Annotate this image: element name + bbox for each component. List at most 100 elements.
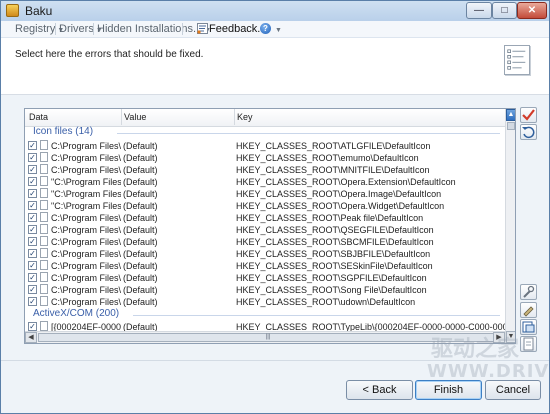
- table-row[interactable]: ✓ C:\Program Files\... (Default) HKEY_CLASS…: [25, 296, 505, 308]
- row-value: (Default): [123, 249, 158, 259]
- scroll-up-button[interactable]: ▲: [506, 109, 515, 121]
- row-key: HKEY_CLASSES_ROOT\Song File\DefaultIcon: [236, 285, 427, 295]
- table-row[interactable]: ✓ C:\Program Files\... (Default) HKEY_CLASS…: [25, 284, 505, 296]
- menu-separator: [93, 23, 94, 35]
- table-row[interactable]: ✓ C:\Program Files\... (Default) HKEY_CLASS…: [25, 152, 505, 164]
- row-checkbox[interactable]: ✓: [28, 322, 37, 331]
- close-button[interactable]: ✕: [517, 2, 547, 19]
- row-value: (Default): [123, 153, 158, 163]
- undo-icon: [522, 126, 535, 139]
- menu-bar: Registry ▼ Drivers ▼ Hidden Installations.…: [1, 21, 549, 38]
- tool-button[interactable]: [520, 284, 537, 300]
- menu-separator: [182, 23, 183, 35]
- menu-separator: [55, 23, 56, 35]
- cancel-button[interactable]: Cancel: [485, 380, 541, 400]
- table-row[interactable]: ✓ C:\Program Files\... (Default) HKEY_CLASS…: [25, 248, 505, 260]
- check-all-button[interactable]: [520, 107, 537, 123]
- finish-button[interactable]: Finish: [415, 380, 482, 400]
- column-divider[interactable]: [234, 109, 235, 125]
- row-key: HKEY_CLASSES_ROOT\MNITFILE\DefaultIcon: [236, 165, 430, 175]
- menu-feedback[interactable]: Feedback...: [209, 23, 266, 35]
- scroll-thumb[interactable]: [507, 122, 515, 130]
- row-checkbox[interactable]: ✓: [28, 153, 37, 162]
- maximize-button[interactable]: □: [492, 2, 517, 19]
- checkmark-icon: [522, 109, 535, 121]
- file-icon: [40, 164, 48, 174]
- menu-registry[interactable]: Registry ▼: [15, 23, 64, 35]
- table-row[interactable]: ✓ "C:\Program Files...(Default) HKEY_CLASS…: [25, 176, 505, 188]
- column-divider[interactable]: [121, 109, 122, 125]
- group-header-activex-com[interactable]: ActiveX/COM (200): [33, 308, 119, 320]
- table-row[interactable]: ✓ C:\Program Files\... (Default) HKEY_CLASS…: [25, 260, 505, 272]
- checklist-icon: [504, 45, 530, 75]
- row-value: (Default): [123, 285, 158, 295]
- table-row[interactable]: ✓ C:\Program Files\... (Default) HKEY_CLASS…: [25, 236, 505, 248]
- row-key: HKEY_CLASSES_ROOT\SBCMFILE\DefaultIcon: [236, 237, 434, 247]
- menu-registry-label: Registry: [15, 23, 56, 35]
- row-data: C:\Program Files\...: [51, 153, 121, 163]
- table-row[interactable]: ✓ C:\Program Files\... (Default) HKEY_CLASS…: [25, 212, 505, 224]
- file-icon: [40, 296, 48, 306]
- row-checkbox[interactable]: ✓: [28, 261, 37, 270]
- table-row[interactable]: ✓ C:\Program Files\... (Default) HKEY_CLASS…: [25, 164, 505, 176]
- row-checkbox[interactable]: ✓: [28, 177, 37, 186]
- row-key: HKEY_CLASSES_ROOT\SESkinFile\DefaultIcon: [236, 261, 433, 271]
- file-icon: [40, 284, 48, 294]
- column-key[interactable]: Key: [237, 112, 253, 122]
- table-row[interactable]: ✓ C:\Program Files\... (Default) HKEY_CLASS…: [25, 272, 505, 284]
- row-key: HKEY_CLASSES_ROOT\Opera.Extension\Defaul…: [236, 177, 456, 187]
- undo-button[interactable]: [520, 124, 537, 140]
- row-checkbox[interactable]: ✓: [28, 285, 37, 294]
- row-value: (Default): [123, 273, 158, 283]
- row-data: C:\Program Files\...: [51, 273, 121, 283]
- minimize-button[interactable]: —: [466, 2, 492, 19]
- table-row[interactable]: ✓ C:\Program Files\... (Default) HKEY_CLASS…: [25, 140, 505, 152]
- wizard-header: Select here the errors that should be fi…: [1, 38, 549, 95]
- table-row[interactable]: ✓ C:\Program Files\... (Default) HKEY_CLASS…: [25, 224, 505, 236]
- row-checkbox[interactable]: ✓: [28, 249, 37, 258]
- row-checkbox[interactable]: ✓: [28, 213, 37, 222]
- watermark-cn: 驱动之家: [431, 336, 520, 362]
- file-icon: [40, 236, 48, 246]
- group-divider: [117, 133, 500, 134]
- row-key: HKEY_CLASSES_ROOT\Peak file\DefaultIcon: [236, 213, 424, 223]
- row-key: HKEY_CLASSES_ROOT\SBJBFILE\DefaultIcon: [236, 249, 431, 259]
- row-value: (Default): [123, 237, 158, 247]
- watermark-text: WWW.DRIVERS.COM: [427, 361, 550, 382]
- edit-button[interactable]: [520, 302, 537, 318]
- file-icon: [40, 321, 48, 331]
- row-checkbox[interactable]: ✓: [28, 297, 37, 306]
- errors-list[interactable]: Data Value Key Icon files (14) ✓ C:\Progr…: [24, 108, 516, 344]
- row-checkbox[interactable]: ✓: [28, 225, 37, 234]
- row-checkbox[interactable]: ✓: [28, 237, 37, 246]
- row-data: "C:\Program Files...: [51, 177, 121, 187]
- row-data: C:\Program Files\...: [51, 249, 121, 259]
- menu-hidden-installations[interactable]: Hidden Installations...▼: [97, 23, 211, 35]
- row-value: (Default): [123, 177, 158, 187]
- column-value[interactable]: Value: [124, 112, 146, 122]
- group-header-icon-files[interactable]: Icon files (14): [33, 126, 93, 138]
- row-checkbox[interactable]: ✓: [28, 189, 37, 198]
- scroll-left-button[interactable]: ◀: [25, 332, 37, 343]
- row-key: HKEY_CLASSES_ROOT\emumo\DefaultIcon: [236, 153, 419, 163]
- help-dropdown[interactable]: ▼: [273, 23, 282, 35]
- pencil-icon: [523, 306, 534, 317]
- row-key: HKEY_CLASSES_ROOT\ATLGFILE\DefaultIcon: [236, 141, 431, 151]
- row-data: "C:\Program Files...: [51, 201, 121, 211]
- row-checkbox[interactable]: ✓: [28, 141, 37, 150]
- row-value: (Default): [123, 189, 158, 199]
- help-icon[interactable]: ?: [260, 23, 271, 34]
- file-icon: [40, 224, 48, 234]
- row-checkbox[interactable]: ✓: [28, 273, 37, 282]
- row-checkbox[interactable]: ✓: [28, 165, 37, 174]
- back-button[interactable]: < Back: [346, 380, 413, 400]
- column-data[interactable]: Data: [29, 112, 48, 122]
- wrench-icon: [523, 285, 535, 298]
- table-row[interactable]: ✓ "C:\Program Files...(Default) HKEY_CLASS…: [25, 188, 505, 200]
- table-row[interactable]: ✓ "C:\Program Files...(Default) HKEY_CLASS…: [25, 200, 505, 212]
- row-key: HKEY_CLASSES_ROOT\SGPFILE\DefaultIcon: [236, 273, 427, 283]
- title-bar[interactable]: Baku — □ ✕: [1, 1, 549, 21]
- vertical-scrollbar[interactable]: ▲ ▼: [505, 109, 515, 343]
- row-checkbox[interactable]: ✓: [28, 201, 37, 210]
- row-value: (Default): [123, 165, 158, 175]
